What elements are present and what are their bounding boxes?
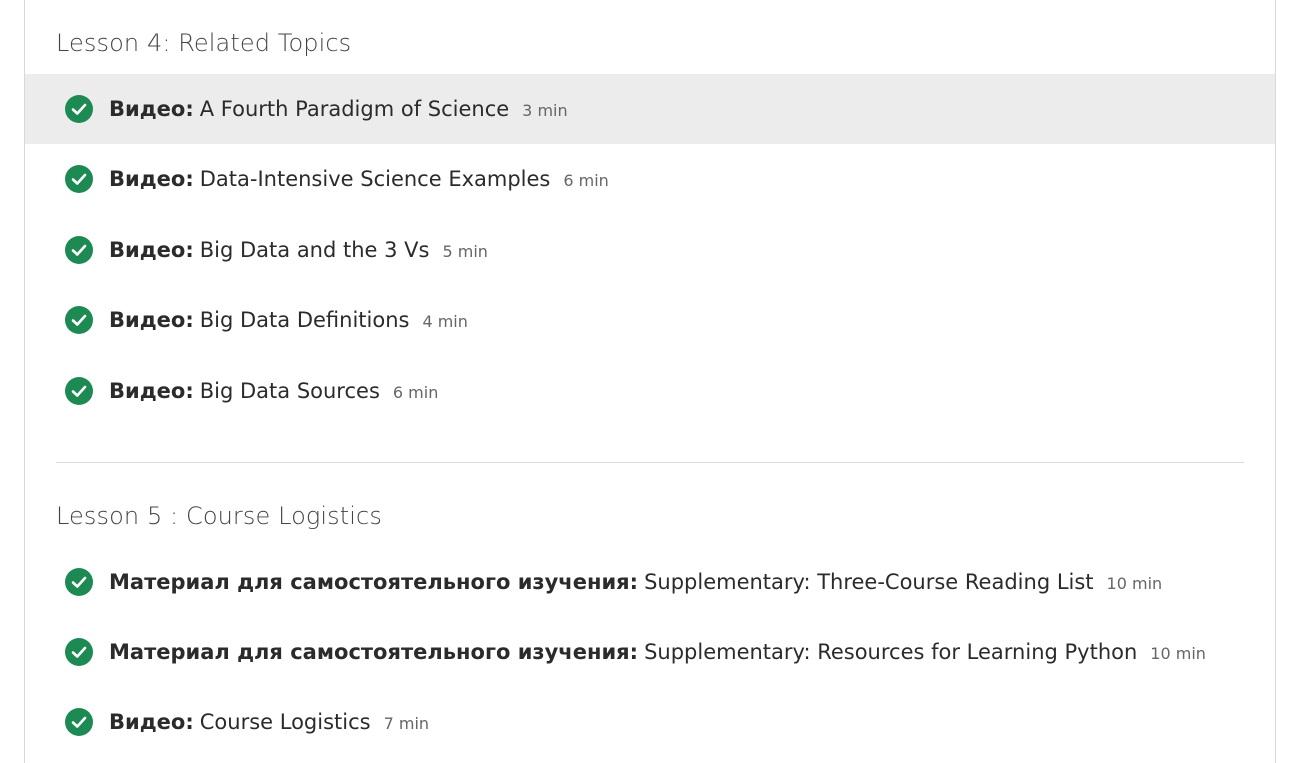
item-duration: 6 min	[563, 171, 609, 190]
lesson-4-title: Lesson 4: Related Topics	[56, 29, 352, 57]
completed-check-icon	[65, 708, 93, 736]
item-type-label: Материал для самостоятельного изучения:	[109, 640, 639, 664]
item-title[interactable]: Supplementary: Three-Course Reading List	[644, 570, 1093, 594]
item-type-label: Видео:	[109, 238, 194, 262]
item-duration: 6 min	[392, 383, 439, 402]
item-text[interactable]: Видео: Big Data Definitions 4 min	[109, 308, 468, 332]
item-title[interactable]: Supplementary: Resources for Learning Py…	[644, 640, 1137, 664]
item-title[interactable]: A Fourth Paradigm of Science	[200, 97, 509, 121]
item-type-label: Видео:	[109, 167, 194, 191]
item-title[interactable]: Big Data and the 3 Vs	[200, 238, 430, 262]
completed-check-icon	[65, 95, 93, 123]
item-text[interactable]: Видео: Big Data and the 3 Vs 5 min	[109, 238, 488, 262]
item-duration: 5 min	[442, 242, 488, 261]
item-text[interactable]: Материал для самостоятельного изучения: …	[109, 640, 1206, 664]
lesson-item-big-data-3vs[interactable]: Видео: Big Data and the 3 Vs 5 min	[25, 215, 1275, 285]
item-text[interactable]: Видео: Data-Intensive Science Examples 6…	[109, 167, 609, 191]
completed-check-icon	[65, 165, 93, 193]
item-type-label: Материал для самостоятельного изучения:	[109, 570, 639, 594]
completed-check-icon	[65, 306, 93, 334]
item-title[interactable]: Big Data Definitions	[200, 308, 410, 332]
item-type-label: Видео:	[109, 308, 194, 332]
item-duration: 10 min	[1106, 574, 1163, 593]
item-duration: 10 min	[1150, 644, 1206, 663]
completed-check-icon	[65, 236, 93, 264]
lesson-item-course-logistics[interactable]: Видео: Course Logistics 7 min	[25, 687, 1275, 757]
lesson-divider	[56, 462, 1244, 463]
lesson-item-data-intensive[interactable]: Видео: Data-Intensive Science Examples 6…	[25, 144, 1275, 214]
completed-check-icon	[65, 377, 93, 405]
item-type-label: Видео:	[109, 379, 194, 403]
item-type-label: Видео:	[109, 710, 194, 734]
item-text[interactable]: Материал для самостоятельного изучения: …	[109, 570, 1162, 594]
lesson-item-big-data-sources[interactable]: Видео: Big Data Sources 6 min	[25, 356, 1275, 426]
item-text[interactable]: Видео: A Fourth Paradigm of Science 3 mi…	[109, 97, 568, 121]
lesson-item-python-resources[interactable]: Материал для самостоятельного изучения: …	[25, 617, 1275, 687]
lesson-item-fourth-paradigm[interactable]: Видео: A Fourth Paradigm of Science 3 mi…	[25, 74, 1275, 144]
completed-check-icon	[65, 568, 93, 596]
item-type-label: Видео:	[109, 97, 194, 121]
item-duration: 4 min	[422, 312, 468, 331]
lesson-5-title: Lesson 5 : Course Logistics	[56, 502, 382, 530]
item-title[interactable]: Data-Intensive Science Examples	[200, 167, 551, 191]
item-duration: 3 min	[522, 101, 568, 120]
item-title[interactable]: Course Logistics	[200, 710, 371, 734]
completed-check-icon	[65, 638, 93, 666]
item-text[interactable]: Видео: Big Data Sources 6 min	[109, 379, 438, 403]
item-duration: 7 min	[383, 714, 430, 733]
item-title[interactable]: Big Data Sources	[200, 379, 380, 403]
lesson-item-big-data-definitions[interactable]: Видео: Big Data Definitions 4 min	[25, 285, 1275, 355]
item-text[interactable]: Видео: Course Logistics 7 min	[109, 710, 429, 734]
course-content-panel: Lesson 4: Related Topics Видео: A Fourth…	[24, 0, 1276, 763]
lesson-item-reading-list[interactable]: Материал для самостоятельного изучения: …	[25, 547, 1275, 617]
